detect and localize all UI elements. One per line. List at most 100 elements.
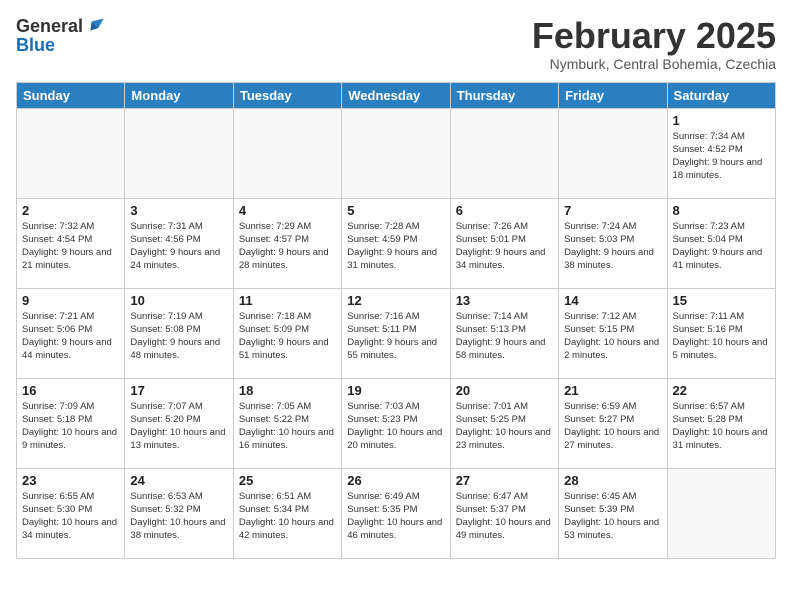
day-number: 28 [564,473,661,488]
day-number: 2 [22,203,119,218]
calendar-cell: 7Sunrise: 7:24 AM Sunset: 5:03 PM Daylig… [559,198,667,288]
logo-bird-icon [85,16,105,36]
day-number: 14 [564,293,661,308]
day-info: Sunrise: 7:28 AM Sunset: 4:59 PM Dayligh… [347,220,444,273]
day-number: 7 [564,203,661,218]
month-title: February 2025 [532,16,776,56]
calendar-cell [17,108,125,198]
weekday-header-saturday: Saturday [667,82,775,108]
calendar-week-row: 9 Sunrise: 7:21 AM Sunset: 5:06 PM Daylig… [17,288,776,378]
day-info: Sunrise: 7:34 AM Sunset: 4:52 PM Dayligh… [673,130,770,183]
calendar-table: SundayMondayTuesdayWednesdayThursdayFrid… [16,82,776,559]
calendar-week-row: 23Sunrise: 6:55 AM Sunset: 5:30 PM Dayli… [17,468,776,558]
day-number: 4 [239,203,336,218]
logo: General Blue [16,16,105,54]
day-info: Sunrise: 6:57 AM Sunset: 5:28 PM Dayligh… [673,400,770,453]
day-number: 24 [130,473,227,488]
day-number: 10 [130,293,227,308]
day-info: Sunrise: 7:26 AM Sunset: 5:01 PM Dayligh… [456,220,553,273]
calendar-cell: 4 Sunrise: 7:29 AM Sunset: 4:57 PM Daylig… [233,198,341,288]
calendar-cell: 19 Sunrise: 7:03 AM Sunset: 5:23 PM Dayli… [342,378,450,468]
logo-blue: Blue [16,36,55,54]
calendar-cell: 16 Sunrise: 7:09 AM Sunset: 5:18 PM Dayli… [17,378,125,468]
day-number: 18 [239,383,336,398]
calendar-cell: 8 Sunrise: 7:23 AM Sunset: 5:04 PM Daylig… [667,198,775,288]
calendar-cell: 2 Sunrise: 7:32 AM Sunset: 4:54 PM Daylig… [17,198,125,288]
weekday-header-wednesday: Wednesday [342,82,450,108]
weekday-header-thursday: Thursday [450,82,558,108]
day-info: Sunrise: 7:12 AM Sunset: 5:15 PM Dayligh… [564,310,661,363]
day-info: Sunrise: 7:09 AM Sunset: 5:18 PM Dayligh… [22,400,119,453]
calendar-cell [342,108,450,198]
calendar-week-row: 2 Sunrise: 7:32 AM Sunset: 4:54 PM Daylig… [17,198,776,288]
day-number: 12 [347,293,444,308]
calendar-cell: 1 Sunrise: 7:34 AM Sunset: 4:52 PM Daylig… [667,108,775,198]
day-number: 16 [22,383,119,398]
day-info: Sunrise: 7:31 AM Sunset: 4:56 PM Dayligh… [130,220,227,273]
weekday-header-monday: Monday [125,82,233,108]
day-info: Sunrise: 7:01 AM Sunset: 5:25 PM Dayligh… [456,400,553,453]
calendar-cell: 20 Sunrise: 7:01 AM Sunset: 5:25 PM Dayli… [450,378,558,468]
title-area: February 2025 Nymburk, Central Bohemia, … [532,16,776,72]
calendar-cell: 9 Sunrise: 7:21 AM Sunset: 5:06 PM Daylig… [17,288,125,378]
calendar-cell: 24 Sunrise: 6:53 AM Sunset: 5:32 PM Dayli… [125,468,233,558]
day-info: Sunrise: 7:29 AM Sunset: 4:57 PM Dayligh… [239,220,336,273]
calendar-cell: 23Sunrise: 6:55 AM Sunset: 5:30 PM Dayli… [17,468,125,558]
day-number: 20 [456,383,553,398]
calendar-cell: 18 Sunrise: 7:05 AM Sunset: 5:22 PM Dayli… [233,378,341,468]
day-number: 8 [673,203,770,218]
day-info: Sunrise: 7:19 AM Sunset: 5:08 PM Dayligh… [130,310,227,363]
day-number: 23 [22,473,119,488]
day-number: 3 [130,203,227,218]
day-info: Sunrise: 6:45 AM Sunset: 5:39 PM Dayligh… [564,490,661,543]
calendar-cell [667,468,775,558]
page-header: General Blue February 2025 Nymburk, Cent… [16,16,776,72]
calendar-cell: 5 Sunrise: 7:28 AM Sunset: 4:59 PM Daylig… [342,198,450,288]
day-info: Sunrise: 6:53 AM Sunset: 5:32 PM Dayligh… [130,490,227,543]
weekday-header-sunday: Sunday [17,82,125,108]
day-info: Sunrise: 7:18 AM Sunset: 5:09 PM Dayligh… [239,310,336,363]
day-info: Sunrise: 7:03 AM Sunset: 5:23 PM Dayligh… [347,400,444,453]
calendar-cell: 25Sunrise: 6:51 AM Sunset: 5:34 PM Dayli… [233,468,341,558]
calendar-cell [559,108,667,198]
calendar-cell [450,108,558,198]
day-number: 21 [564,383,661,398]
weekday-header-row: SundayMondayTuesdayWednesdayThursdayFrid… [17,82,776,108]
day-number: 25 [239,473,336,488]
day-number: 5 [347,203,444,218]
day-info: Sunrise: 7:14 AM Sunset: 5:13 PM Dayligh… [456,310,553,363]
day-number: 22 [673,383,770,398]
calendar-cell: 17 Sunrise: 7:07 AM Sunset: 5:20 PM Dayli… [125,378,233,468]
day-info: Sunrise: 7:11 AM Sunset: 5:16 PM Dayligh… [673,310,770,363]
day-number: 9 [22,293,119,308]
day-number: 6 [456,203,553,218]
day-info: Sunrise: 7:05 AM Sunset: 5:22 PM Dayligh… [239,400,336,453]
calendar-cell [125,108,233,198]
calendar-cell: 3 Sunrise: 7:31 AM Sunset: 4:56 PM Daylig… [125,198,233,288]
calendar-cell: 28 Sunrise: 6:45 AM Sunset: 5:39 PM Dayli… [559,468,667,558]
day-info: Sunrise: 6:47 AM Sunset: 5:37 PM Dayligh… [456,490,553,543]
day-number: 19 [347,383,444,398]
logo-general: General [16,17,83,35]
day-number: 1 [673,113,770,128]
weekday-header-tuesday: Tuesday [233,82,341,108]
day-info: Sunrise: 7:21 AM Sunset: 5:06 PM Dayligh… [22,310,119,363]
calendar-cell: 26Sunrise: 6:49 AM Sunset: 5:35 PM Dayli… [342,468,450,558]
day-info: Sunrise: 6:59 AM Sunset: 5:27 PM Dayligh… [564,400,661,453]
calendar-cell: 11Sunrise: 7:18 AM Sunset: 5:09 PM Dayli… [233,288,341,378]
calendar-cell: 13Sunrise: 7:14 AM Sunset: 5:13 PM Dayli… [450,288,558,378]
day-info: Sunrise: 7:16 AM Sunset: 5:11 PM Dayligh… [347,310,444,363]
calendar-cell: 14 Sunrise: 7:12 AM Sunset: 5:15 PM Dayli… [559,288,667,378]
day-number: 15 [673,293,770,308]
day-number: 17 [130,383,227,398]
day-info: Sunrise: 7:23 AM Sunset: 5:04 PM Dayligh… [673,220,770,273]
calendar-cell: 12 Sunrise: 7:16 AM Sunset: 5:11 PM Dayli… [342,288,450,378]
calendar-cell: 22 Sunrise: 6:57 AM Sunset: 5:28 PM Dayli… [667,378,775,468]
day-info: Sunrise: 7:32 AM Sunset: 4:54 PM Dayligh… [22,220,119,273]
day-number: 26 [347,473,444,488]
weekday-header-friday: Friday [559,82,667,108]
calendar-week-row: 1 Sunrise: 7:34 AM Sunset: 4:52 PM Daylig… [17,108,776,198]
day-info: Sunrise: 7:07 AM Sunset: 5:20 PM Dayligh… [130,400,227,453]
calendar-cell: 21 Sunrise: 6:59 AM Sunset: 5:27 PM Dayli… [559,378,667,468]
calendar-cell: 27Sunrise: 6:47 AM Sunset: 5:37 PM Dayli… [450,468,558,558]
